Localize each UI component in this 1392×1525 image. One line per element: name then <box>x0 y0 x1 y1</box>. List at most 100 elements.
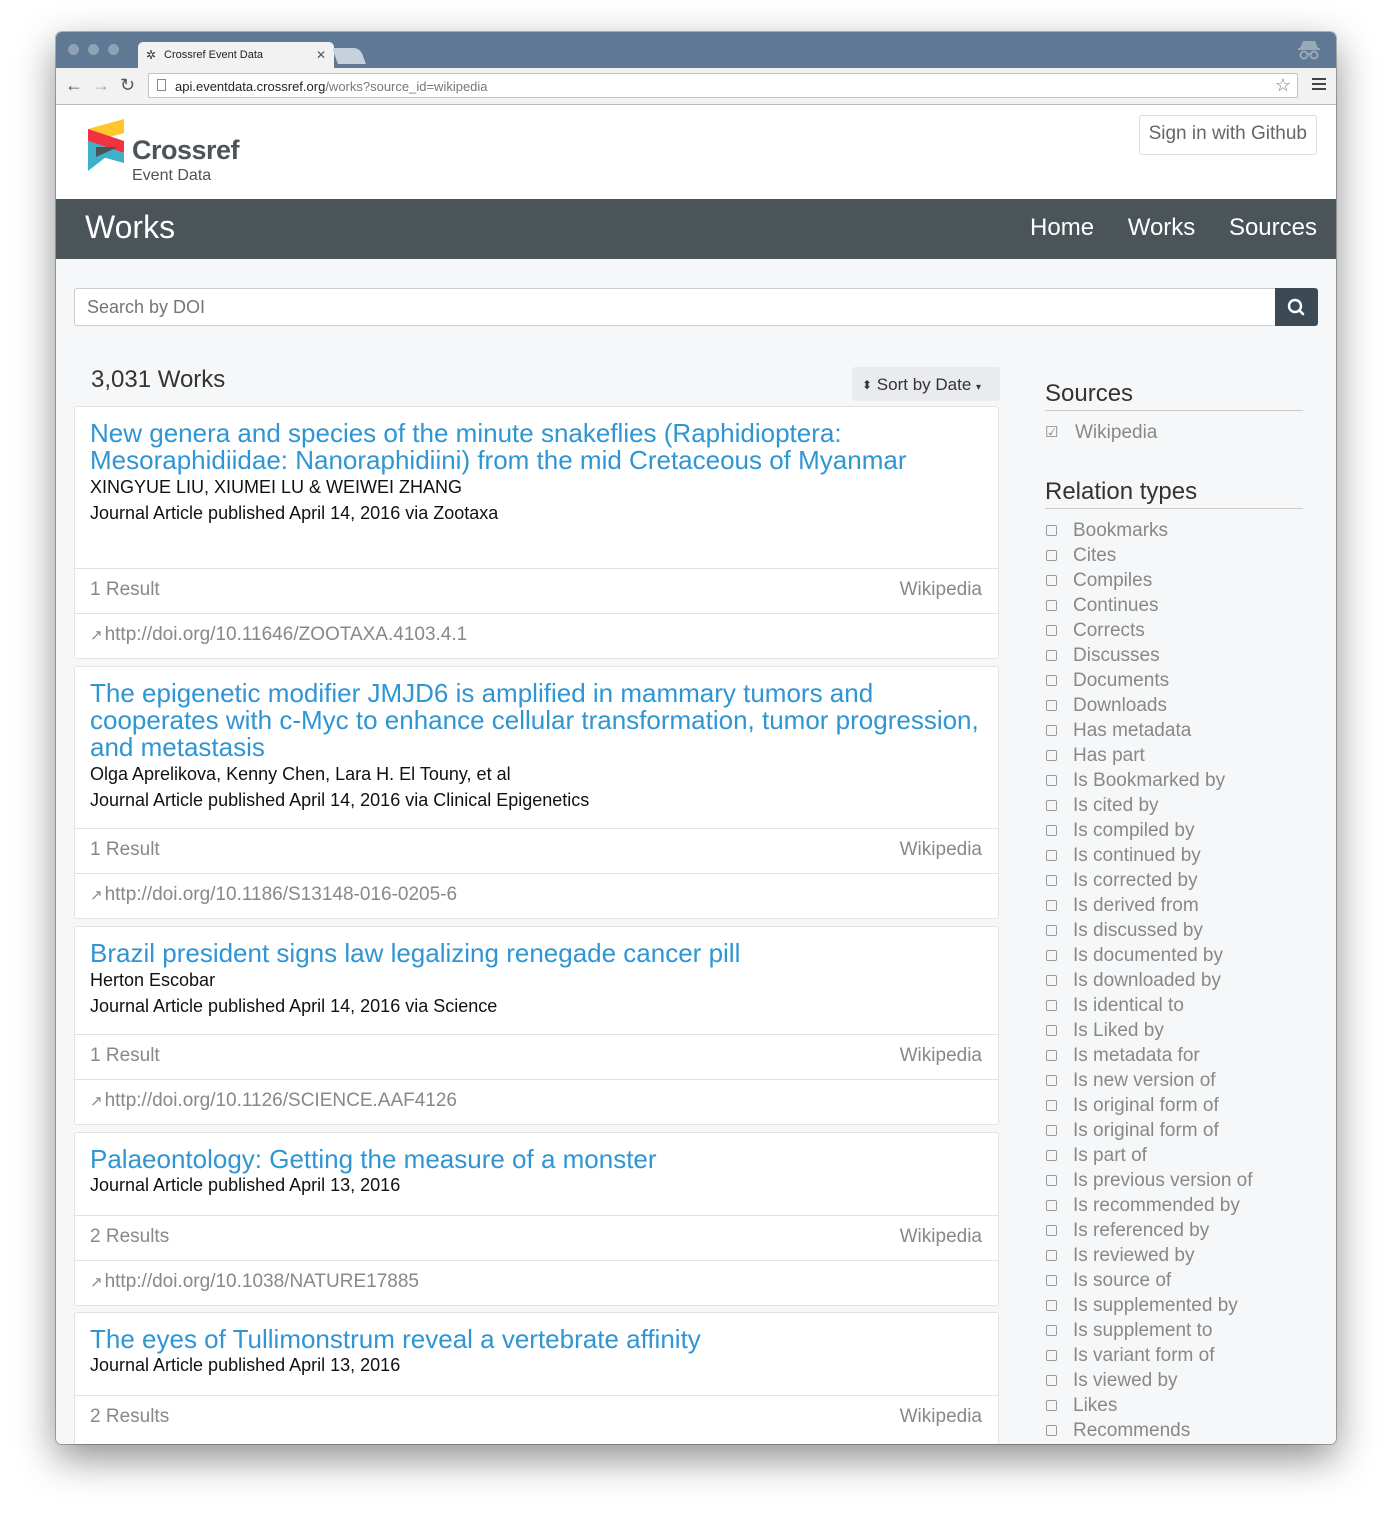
relation-filter-item[interactable]: Discusses <box>1045 645 1303 670</box>
checkbox[interactable] <box>1046 1300 1057 1311</box>
relation-filter-item[interactable]: Is previous version of <box>1045 1170 1303 1195</box>
search-button[interactable] <box>1275 288 1318 326</box>
work-results-row[interactable]: 1 Result Wikipedia <box>75 568 998 613</box>
nav-link-works[interactable]: Works <box>1128 214 1196 241</box>
checkbox[interactable] <box>1046 1125 1057 1136</box>
checkbox[interactable] <box>1046 750 1057 761</box>
checkbox[interactable] <box>1046 725 1057 736</box>
checkbox[interactable] <box>1046 575 1057 586</box>
relation-filter-item[interactable]: Is new version of <box>1045 1070 1303 1095</box>
checkbox[interactable] <box>1046 1150 1057 1161</box>
relation-filter-item[interactable]: Is part of <box>1045 1145 1303 1170</box>
relation-filter-item[interactable]: Is Liked by <box>1045 1020 1303 1045</box>
relation-filter-item[interactable]: Is metadata for <box>1045 1045 1303 1070</box>
sign-in-github-button[interactable]: Sign in with Github <box>1138 115 1317 155</box>
relation-filter-item[interactable]: Is viewed by <box>1045 1370 1303 1395</box>
nav-link-home[interactable]: Home <box>1030 214 1094 241</box>
checkbox[interactable] <box>1046 775 1057 786</box>
checkbox[interactable] <box>1046 950 1057 961</box>
sort-by-date-button[interactable]: ⬍ Sort by Date ▾ <box>852 367 1000 401</box>
work-title-link[interactable]: The epigenetic modifier JMJD6 is amplifi… <box>90 680 982 761</box>
relation-filter-item[interactable]: Is supplement to <box>1045 1320 1303 1345</box>
relation-filter-item[interactable]: Is documented by <box>1045 945 1303 970</box>
address-bar[interactable]: api.eventdata.crossref.org/works?source_… <box>148 73 1298 98</box>
relation-filter-item[interactable]: Is identical to <box>1045 995 1303 1020</box>
work-results-row[interactable]: 2 Results Wikipedia <box>75 1395 998 1440</box>
relation-filter-item[interactable]: Recommends <box>1045 1420 1303 1444</box>
checkbox[interactable] <box>1046 1025 1057 1036</box>
work-title-link[interactable]: The eyes of Tullimonstrum reveal a verte… <box>90 1326 982 1353</box>
relation-filter-item[interactable]: Is downloaded by <box>1045 970 1303 995</box>
doi-link[interactable]: http://doi.org/10.1038/NATURE17885 <box>105 1271 419 1292</box>
checkbox[interactable] <box>1046 1175 1057 1186</box>
work-results-row[interactable]: 2 Results Wikipedia <box>75 1215 998 1260</box>
relation-filter-item[interactable]: Is recommended by <box>1045 1195 1303 1220</box>
checkbox[interactable] <box>1046 875 1057 886</box>
work-results-row[interactable]: 1 Result Wikipedia <box>75 1034 998 1079</box>
checkbox[interactable] <box>1046 550 1057 561</box>
checkbox[interactable] <box>1046 800 1057 811</box>
checkbox[interactable] <box>1046 975 1057 986</box>
checkbox[interactable] <box>1046 825 1057 836</box>
minimize-window-button[interactable] <box>88 44 99 55</box>
relation-filter-item[interactable]: Has part <box>1045 745 1303 770</box>
checkbox[interactable] <box>1046 1050 1057 1061</box>
checkbox[interactable] <box>1046 1425 1057 1436</box>
relation-filter-item[interactable]: Compiles <box>1045 570 1303 595</box>
work-title-link[interactable]: Brazil president signs law legalizing re… <box>90 940 982 967</box>
close-window-button[interactable] <box>68 44 79 55</box>
nav-link-sources[interactable]: Sources <box>1229 214 1317 241</box>
relation-filter-item[interactable]: Downloads <box>1045 695 1303 720</box>
relation-filter-item[interactable]: Is derived from <box>1045 895 1303 920</box>
work-title-link[interactable]: Palaeontology: Getting the measure of a … <box>90 1146 982 1173</box>
checkbox[interactable] <box>1046 1225 1057 1236</box>
relation-filter-item[interactable]: Is original form of <box>1045 1120 1303 1145</box>
work-results-row[interactable]: 1 Result Wikipedia <box>75 828 998 873</box>
browser-menu-icon[interactable] <box>1312 78 1326 93</box>
doi-link[interactable]: http://doi.org/10.1126/SCIENCE.AAF4126 <box>105 1090 457 1111</box>
relation-filter-item[interactable]: Bookmarks <box>1045 520 1303 545</box>
checkbox[interactable] <box>1046 850 1057 861</box>
relation-filter-item[interactable]: Is compiled by <box>1045 820 1303 845</box>
work-title-link[interactable]: New genera and species of the minute sna… <box>90 420 982 474</box>
crossref-logo[interactable]: Crossref Event Data <box>88 119 268 189</box>
checkbox[interactable] <box>1046 1250 1057 1261</box>
relation-filter-item[interactable]: Is Bookmarked by <box>1045 770 1303 795</box>
relation-filter-item[interactable]: Has metadata <box>1045 720 1303 745</box>
doi-search-input[interactable] <box>74 288 1277 326</box>
doi-link[interactable]: http://doi.org/10.11646/ZOOTAXA.4103.4.1 <box>105 624 468 645</box>
source-filter-wikipedia[interactable]: ☑ Wikipedia <box>1045 422 1303 447</box>
checkbox[interactable] <box>1046 700 1057 711</box>
relation-filter-item[interactable]: Is reviewed by <box>1045 1245 1303 1270</box>
checkbox[interactable] <box>1046 1200 1057 1211</box>
close-icon[interactable]: ✕ <box>316 48 326 62</box>
checkbox[interactable] <box>1046 1100 1057 1111</box>
relation-filter-item[interactable]: Is source of <box>1045 1270 1303 1295</box>
checkbox[interactable] <box>1046 1325 1057 1336</box>
relation-filter-item[interactable]: Continues <box>1045 595 1303 620</box>
checkbox[interactable] <box>1046 1375 1057 1386</box>
relation-filter-item[interactable]: Cites <box>1045 545 1303 570</box>
checkbox[interactable] <box>1046 625 1057 636</box>
relation-filter-item[interactable]: Documents <box>1045 670 1303 695</box>
checkbox[interactable] <box>1046 675 1057 686</box>
browser-tab[interactable]: ✲ Crossref Event Data ✕ <box>138 42 334 69</box>
relation-filter-item[interactable]: Is cited by <box>1045 795 1303 820</box>
checkbox[interactable] <box>1046 525 1057 536</box>
back-icon[interactable]: ← <box>65 75 83 96</box>
checkbox[interactable] <box>1046 1400 1057 1411</box>
relation-filter-item[interactable]: Is original form of <box>1045 1095 1303 1120</box>
zoom-window-button[interactable] <box>108 44 119 55</box>
relation-filter-item[interactable]: Is variant form of <box>1045 1345 1303 1370</box>
relation-filter-item[interactable]: Is referenced by <box>1045 1220 1303 1245</box>
relation-filter-item[interactable]: Is continued by <box>1045 845 1303 870</box>
relation-filter-item[interactable]: Is corrected by <box>1045 870 1303 895</box>
checkbox[interactable] <box>1046 1075 1057 1086</box>
checkbox[interactable] <box>1046 650 1057 661</box>
checkbox[interactable] <box>1046 1000 1057 1011</box>
checkbox[interactable] <box>1046 1275 1057 1286</box>
checked-checkbox-icon[interactable]: ☑ <box>1045 423 1058 441</box>
relation-filter-item[interactable]: Is discussed by <box>1045 920 1303 945</box>
checkbox[interactable] <box>1046 600 1057 611</box>
checkbox[interactable] <box>1046 900 1057 911</box>
